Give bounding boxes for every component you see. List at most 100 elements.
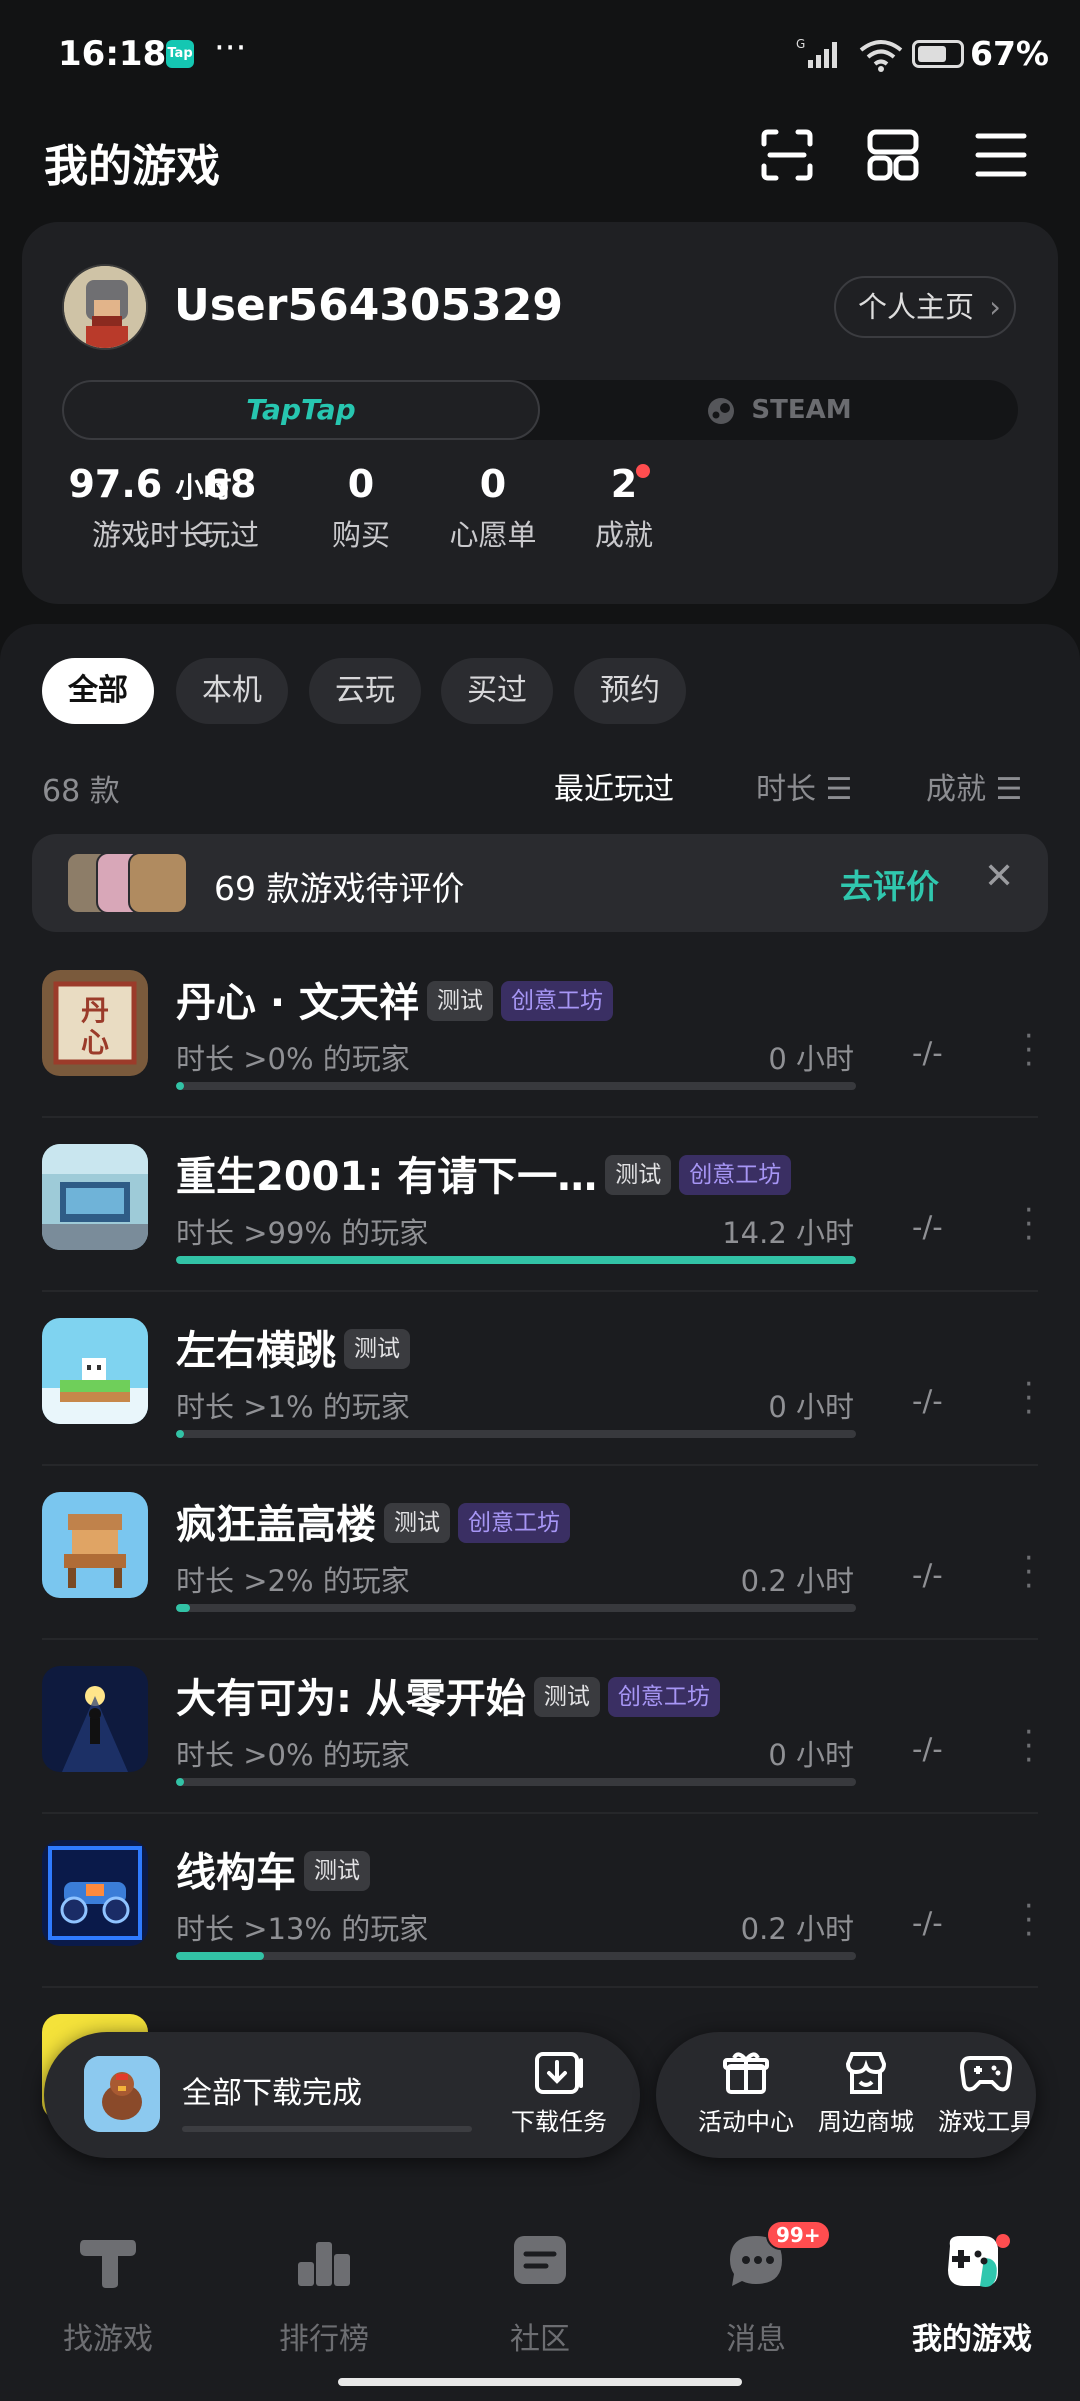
game-icon [42,1840,148,1946]
tag-workshop: 创意工坊 [501,981,614,1021]
game-row[interactable]: 线构车 测试 时长 >13% 的玩家 0.2 小时 -/- · · · [0,1814,1080,1988]
page-title: 我的游戏 [44,141,220,192]
review-text: 69 款游戏待评价 [214,869,465,908]
gamepad-icon [959,2056,1013,2092]
nav-find-games[interactable]: 找游戏 [38,2228,178,2358]
game-percentile: 时长 >99% 的玩家 [176,1216,429,1250]
game-hours: 0 小时 [768,1738,854,1772]
filter-local[interactable]: 本机 [176,658,288,724]
game-row[interactable]: 疯狂盖高楼 测试 创意工坊 时长 >2% 的玩家 0.2 小时 -/- · · · [0,1466,1080,1640]
game-hours: 14.2 小时 [722,1216,854,1250]
nav-rankings[interactable]: 排行榜 [254,2228,394,2358]
store-icon [845,2052,887,2094]
game-title-text: 疯狂盖高楼 [176,1502,376,1548]
gift-icon [723,2052,769,2094]
nav-community[interactable]: 社区 [470,2228,610,2358]
game-title-text: 左右横跳 [176,1328,336,1374]
homepage-button[interactable]: 个人主页 › [834,276,1016,338]
tag-workshop: 创意工坊 [679,1155,792,1195]
filter-reserved[interactable]: 预约 [574,658,686,724]
game-title-text: 大有可为: 从零开始 [176,1676,526,1722]
tab-steam[interactable]: STEAM [540,380,1018,440]
game-tools-button[interactable]: 游戏工具 [926,2050,1036,2137]
game-title: 线构车 测试 [176,1840,370,1898]
svg-text:丹: 丹 [81,994,109,1027]
game-row[interactable]: 大有可为: 从零开始 测试 创意工坊 时长 >0% 的玩家 0 小时 -/- · · · [0,1640,1080,1814]
more-vertical-icon[interactable]: · · · [1024,1718,1034,1776]
review-covers [66,852,196,914]
scan-icon[interactable] [760,128,814,182]
game-icon [42,1318,148,1424]
tag-workshop: 创意工坊 [458,1503,570,1543]
more-vertical-icon[interactable]: · · · [1024,1370,1034,1428]
game-percentile: 时长 >13% 的玩家 [176,1912,429,1946]
home-indicator[interactable] [338,2378,742,2386]
tab-taptap[interactable]: TapTap [62,380,540,440]
battery-percent: 67% [970,34,1049,73]
playtime-bar [176,1778,856,1786]
sort-recent[interactable]: 最近玩过 [554,764,674,808]
filter-bought[interactable]: 买过 [441,658,553,724]
game-percentile: 时长 >1% 的玩家 [176,1390,410,1424]
more-vertical-icon[interactable]: · · · [1024,1892,1034,1950]
review-action[interactable]: 去评价 [840,860,939,908]
activity-center-button[interactable]: 活动中心 [686,2050,806,2137]
avatar[interactable] [62,264,148,350]
sort-duration[interactable]: 时长 ☰ [756,764,852,808]
platform-toggle: TapTap STEAM [62,380,1018,440]
game-achievements: -/- [912,1732,943,1766]
game-percentile: 时长 >0% 的玩家 [176,1042,410,1076]
nav-community-label: 社区 [510,2322,570,2357]
game-title: 疯狂盖高楼 测试 创意工坊 [176,1492,570,1550]
playtime-bar [176,1952,856,1960]
profile-card: User564305329 个人主页 › TapTap STEAM 97.6 小… [22,222,1058,604]
filter-cloud[interactable]: 云玩 [309,658,421,724]
game-row[interactable]: 重生2001: 有请下一… 测试 创意工坊 时长 >99% 的玩家 14.2 小时 … [0,1118,1080,1292]
menu-icon[interactable] [974,128,1028,182]
download-task-button[interactable]: 下载任务 [504,2050,614,2137]
more-notifications-icon: ··· [214,28,247,68]
activity-center-label: 活动中心 [698,2108,794,2136]
download-icon [535,2052,583,2094]
more-vertical-icon[interactable]: · · · [1024,1544,1034,1602]
merch-store-label: 周边商城 [818,2108,914,2136]
sort-achievements-label: 成就 [926,772,986,807]
my-games-dot [996,2234,1010,2248]
merch-store-button[interactable]: 周边商城 [806,2050,926,2137]
svg-text:心: 心 [81,1026,109,1059]
download-progress [182,2126,472,2132]
download-game-icon [84,2056,160,2132]
achievements-label: 成就 [594,518,653,552]
game-row[interactable]: 丹心 丹心 · 文天祥 测试 创意工坊 时长 >0% 的玩家 0 小时 -/- · ·… [0,944,1080,1118]
game-icon: 丹心 [42,970,148,1076]
game-hours: 0 小时 [768,1042,854,1076]
sort-achievements[interactable]: 成就 ☰ [926,764,1022,808]
more-vertical-icon[interactable]: · · · [1024,1022,1034,1080]
filter-all[interactable]: 全部 [42,658,154,724]
game-percentile: 时长 >0% 的玩家 [176,1738,410,1772]
nav-messages[interactable]: 99+ 消息 [686,2220,831,2358]
tag-test: 测试 [533,1677,600,1717]
playtime-bar [176,1604,856,1612]
messages-badge: 99+ [766,2220,831,2250]
homepage-label: 个人主页 [858,290,975,324]
review-banner[interactable]: 69 款游戏待评价 去评价 ✕ [32,834,1048,932]
game-achievements: -/- [912,1558,943,1592]
game-hours: 0 小时 [768,1390,854,1424]
download-bar[interactable]: 全部下载完成 下载任务 [44,2032,640,2158]
stat-achievements[interactable]: 2 成就 [524,462,724,554]
layout-grid-icon[interactable] [866,128,920,182]
playtime-bar [176,1256,856,1264]
game-row[interactable]: 左右横跳 测试 时长 >1% 的玩家 0 小时 -/- · · · [0,1292,1080,1466]
close-icon[interactable]: ✕ [984,856,1014,897]
game-achievements: -/- [912,1210,943,1244]
nav-my-games[interactable]: 我的游戏 [902,2228,1042,2358]
bottom-nav: 找游戏 排行榜 社区 99+ 消息 我的游戏 [0,2200,1080,2401]
sort-icon: ☰ [995,772,1023,807]
more-vertical-icon[interactable]: · · · [1024,1196,1034,1254]
network-type: G [796,38,805,51]
achievements-value: 2 [610,462,638,506]
game-hours: 0.2 小时 [740,1912,854,1946]
game-title-text: 重生2001: 有请下一… [176,1154,598,1200]
game-achievements: -/- [912,1384,943,1418]
